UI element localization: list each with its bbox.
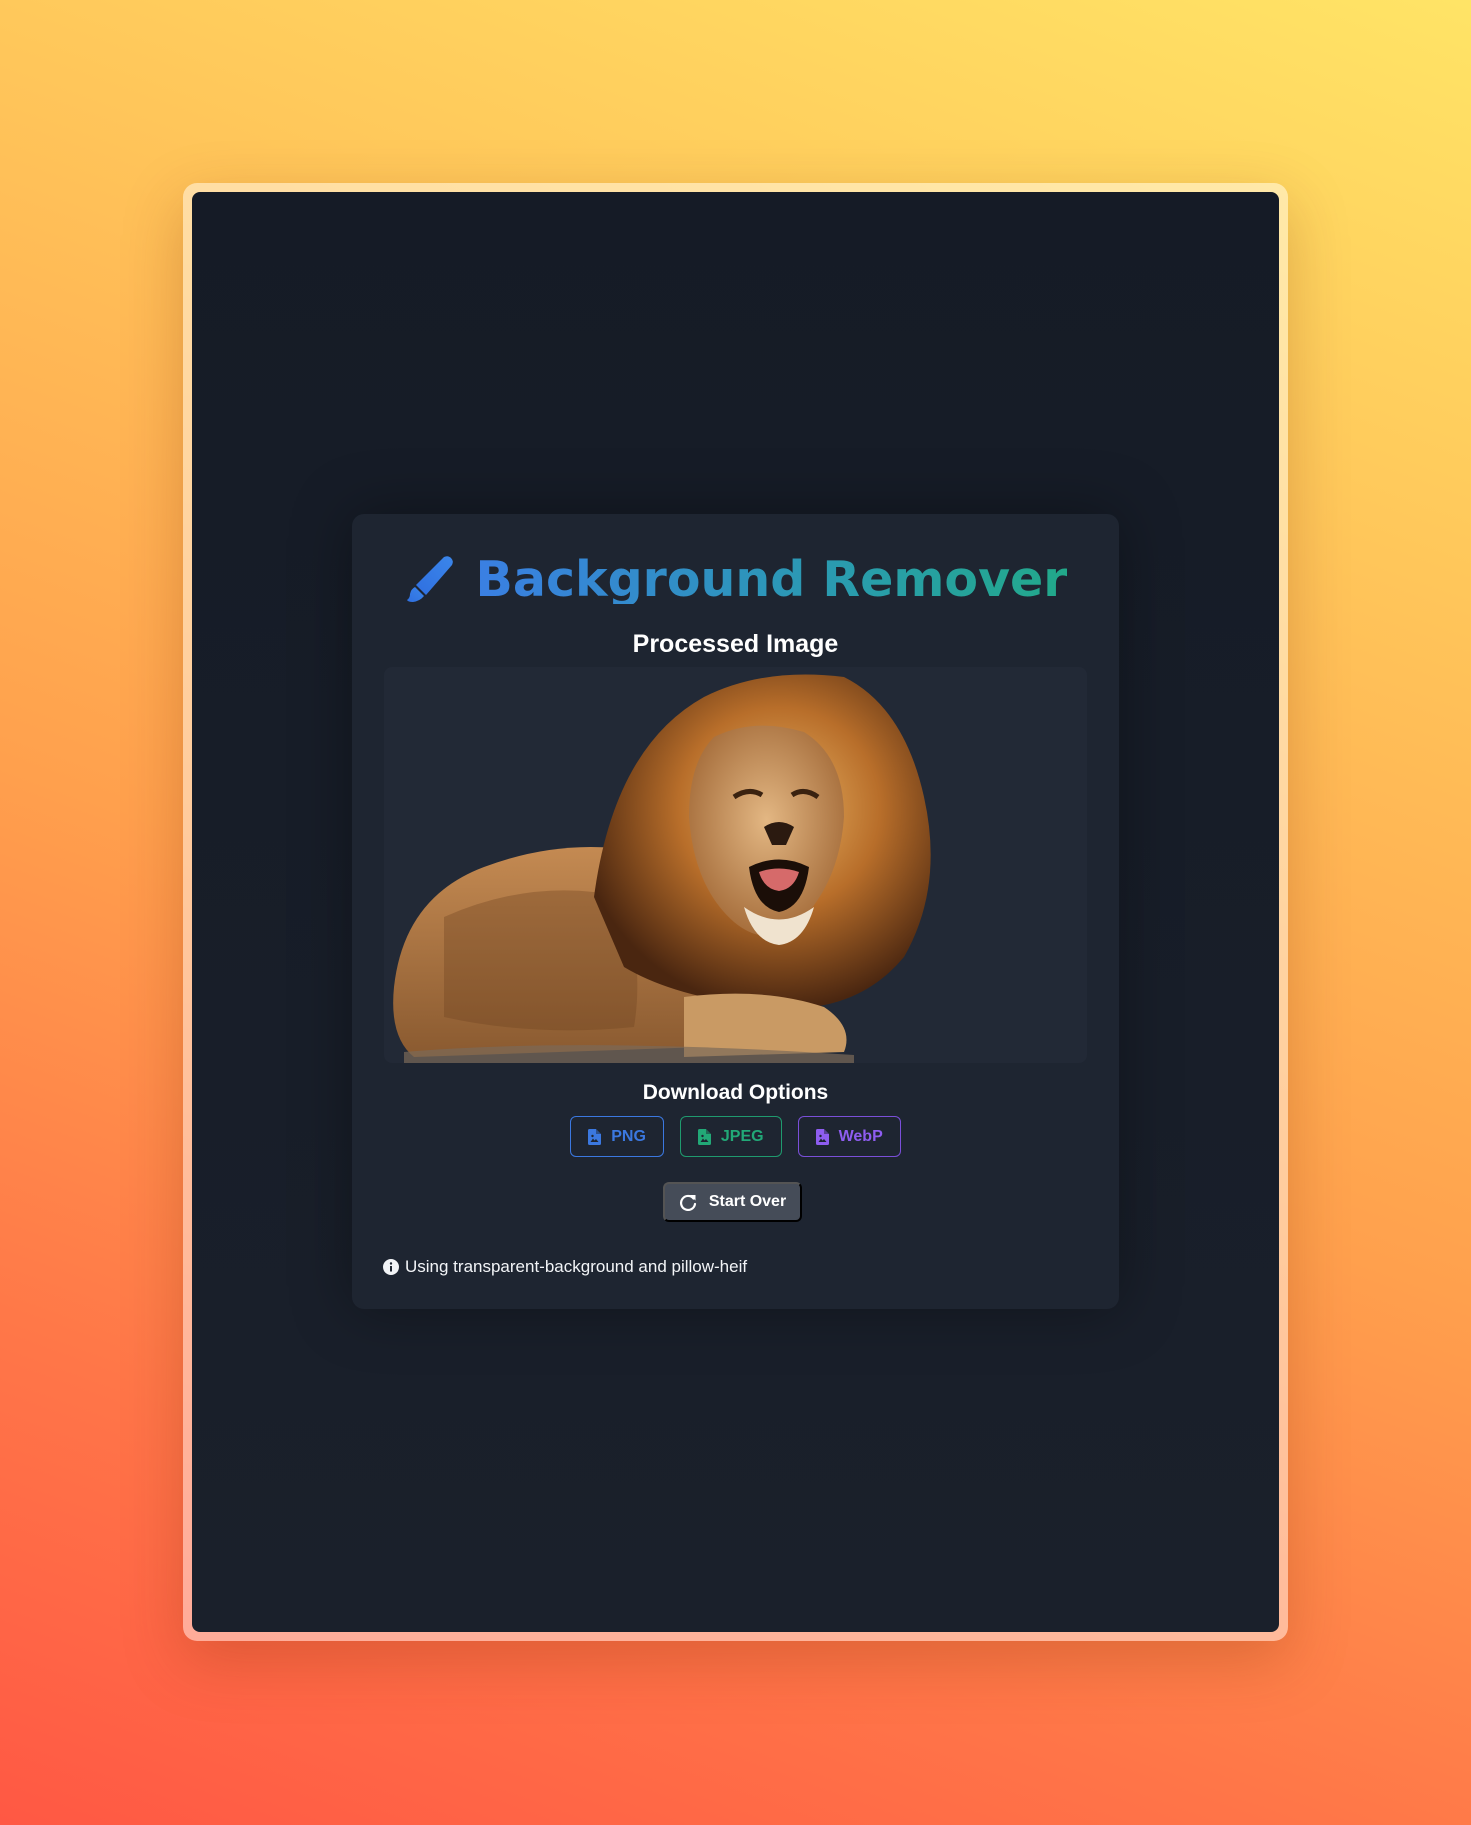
download-webp-button[interactable]: WebP	[797, 1116, 901, 1157]
start-over-label: Start Over	[708, 1193, 787, 1210]
redo-icon	[679, 1194, 696, 1211]
processed-image-heading: Processed Image	[632, 630, 839, 658]
download-buttons: PNG JPEG WebP	[352, 1116, 1119, 1157]
start-over-button[interactable]: Start Over	[663, 1182, 802, 1222]
info-circle-icon	[383, 1259, 399, 1275]
download-webp-label: WebP	[838, 1127, 883, 1145]
file-image-icon	[588, 1128, 602, 1145]
app-title: Background Remover	[475, 550, 1068, 608]
file-image-icon	[697, 1128, 711, 1145]
lion-cutout-image	[393, 674, 931, 1063]
paintbrush-icon	[406, 556, 453, 602]
app-window: Background Remover Processed Image Downl…	[192, 192, 1279, 1632]
download-png-button[interactable]: PNG	[570, 1116, 664, 1157]
main-card: Background Remover Processed Image Downl…	[352, 514, 1119, 1309]
app-header: Background Remover	[352, 544, 1119, 614]
download-jpeg-label: JPEG	[720, 1127, 764, 1145]
file-image-icon	[815, 1128, 829, 1145]
download-jpeg-button[interactable]: JPEG	[679, 1116, 782, 1157]
footer-note: Using transparent-background and pillow-…	[383, 1257, 747, 1277]
download-options-heading: Download Options	[642, 1081, 829, 1104]
processed-image-panel	[384, 667, 1087, 1063]
footer-note-text: Using transparent-background and pillow-…	[405, 1257, 748, 1276]
download-png-label: PNG	[611, 1127, 646, 1145]
